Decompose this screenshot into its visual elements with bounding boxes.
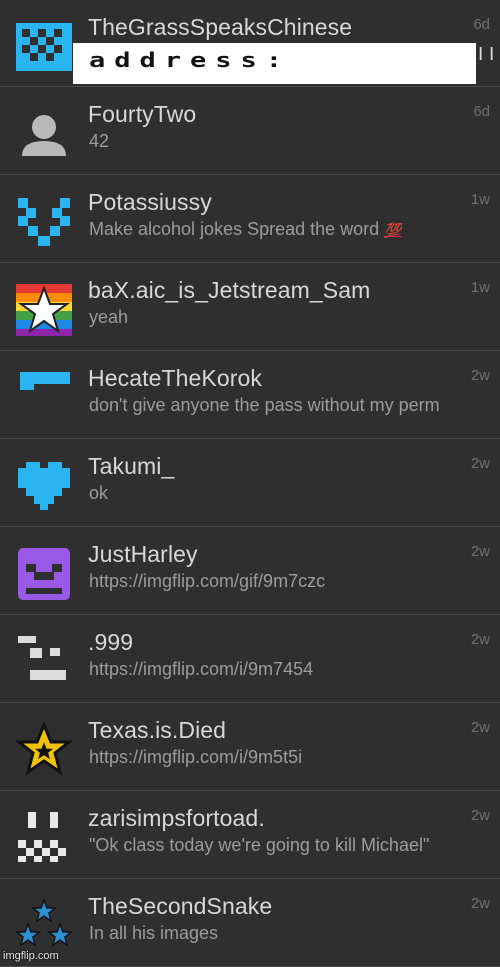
conversation-name: Texas.is.Died: [88, 717, 227, 743]
conversation-row[interactable]: TheSecondSnake In all his images 2w: [0, 879, 500, 967]
blue-checker-icon: [16, 19, 72, 75]
gold-star-icon: [16, 722, 72, 778]
blue-bar-icon: [16, 370, 72, 426]
conversation-last-message: In all his images: [89, 923, 219, 943]
conversation-last-message: https://imgflip.com/i/9m5t5i: [89, 747, 303, 767]
conversation-row[interactable]: .999 https://imgflip.com/i/9m7454 2w: [0, 615, 500, 703]
rainbow-star-icon: [16, 282, 72, 338]
conversation-last-message: don't give anyone the pass without my pe…: [89, 395, 440, 415]
message-text: Make alcohol jokes Spread the word: [89, 219, 380, 239]
conversation-last-message: https://imgflip.com/i/9m7454: [89, 659, 314, 679]
blue-pixel-heart-outline-icon: [16, 194, 72, 250]
conversation-time: 2w: [470, 455, 490, 472]
conversation-row[interactable]: Potassiussy Make alcohol jokes Spread th…: [0, 175, 500, 263]
conversation-row[interactable]: Texas.is.Died https://imgflip.com/i/9m5t…: [0, 703, 500, 791]
conversation-list: TheGrassSpeaksChinese 6d FourtyTwo 42 6d: [0, 0, 500, 967]
purple-pixel-face-icon: [16, 546, 72, 602]
conversation-name: .999: [88, 629, 134, 655]
conversation-time: 1w: [470, 191, 490, 208]
conversation-name: TheSecondSnake: [88, 893, 273, 919]
conversation-last-message: "Ok class today we're going to kill Mich…: [89, 835, 430, 855]
white-pixel-pattern-icon: [16, 810, 72, 866]
conversation-time: 2w: [470, 367, 490, 384]
conversation-time: 2w: [470, 719, 490, 736]
conversation-time: 2w: [470, 807, 490, 824]
hundred-points-emoji: 💯: [384, 222, 402, 238]
blue-pixel-heart-icon: [16, 458, 72, 514]
blue-star-cluster-icon: [16, 898, 72, 954]
conversation-last-message: Make alcohol jokes Spread the word 💯: [89, 219, 402, 240]
conversation-last-message: yeah: [89, 307, 129, 327]
conversation-name: baX.aic_is_Jetstream_Sam: [88, 277, 371, 303]
conversation-name: JustHarley: [88, 541, 198, 567]
conversation-time: 1w: [470, 279, 490, 296]
conversation-name: TheGrassSpeaksChinese: [88, 14, 353, 40]
conversation-name: HecateTheKorok: [88, 365, 262, 391]
conversation-row[interactable]: JustHarley https://imgflip.com/gif/9m7cz…: [0, 527, 500, 615]
conversation-name: zarisimpsfortoad.: [88, 805, 265, 831]
conversation-time: 6d: [473, 103, 490, 120]
conversation-row[interactable]: FourtyTwo 42 6d: [0, 87, 500, 175]
conversation-time: 2w: [470, 543, 490, 560]
default-user-icon: [16, 106, 72, 162]
conversation-time: 2w: [470, 895, 490, 912]
conversation-row[interactable]: Takumi_ ok 2w: [0, 439, 500, 527]
conversation-row[interactable]: baX.aic_is_Jetstream_Sam yeah 1w: [0, 263, 500, 351]
conversation-row[interactable]: zarisimpsfortoad. "Ok class today we're …: [0, 791, 500, 879]
conversation-name: Potassiussy: [88, 189, 212, 215]
conversation-time: 6d: [473, 16, 490, 33]
conversation-last-message: ok: [89, 483, 109, 503]
conversation-row[interactable]: HecateTheKorok don't give anyone the pas…: [0, 351, 500, 439]
conversation-last-message: https://imgflip.com/gif/9m7czc: [89, 571, 326, 591]
address-label-overlay: address:: [73, 43, 476, 84]
conversation-last-message: 42: [89, 131, 110, 151]
conversation-name: Takumi_: [88, 453, 175, 479]
address-label-text: address:: [89, 49, 292, 73]
white-pixel-glyph-icon: [16, 634, 72, 690]
overlay-edge-text: I I: [478, 44, 495, 65]
conversation-name: FourtyTwo: [88, 101, 197, 127]
conversation-time: 2w: [470, 631, 490, 648]
watermark: imgflip.com: [3, 950, 59, 962]
